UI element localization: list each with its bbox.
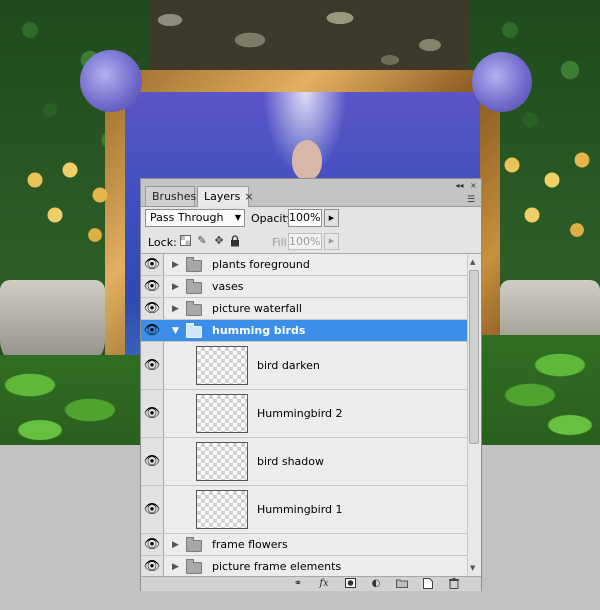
tab-layers-label: Layers xyxy=(204,190,241,203)
layer-name: Hummingbird 1 xyxy=(257,503,343,516)
folder-icon xyxy=(186,323,202,338)
layer-thumbnail xyxy=(196,394,248,433)
blend-mode-select[interactable]: Pass Through ▼ xyxy=(145,209,245,227)
new-group-icon[interactable] xyxy=(395,578,409,590)
adjustment-layer-icon[interactable]: ◐ xyxy=(369,578,383,590)
fill-input[interactable]: 100% xyxy=(288,233,322,250)
folder-icon xyxy=(186,301,202,316)
add-mask-icon[interactable] xyxy=(343,578,357,590)
picture-face xyxy=(292,140,322,180)
layer-group-row-selected[interactable]: 👁 ▼ humming birds xyxy=(141,320,467,342)
collapse-triangle-icon[interactable]: ▼ xyxy=(172,326,180,336)
panel-menu-icon[interactable]: ☰ xyxy=(467,195,479,205)
layer-name: bird shadow xyxy=(257,455,324,468)
hydrangea-left xyxy=(80,50,142,112)
chevron-down-icon: ▼ xyxy=(234,213,241,222)
layer-name: bird darken xyxy=(257,359,320,372)
scroll-up-icon[interactable]: ▲ xyxy=(470,258,475,266)
layer-name: picture frame elements xyxy=(212,560,342,573)
expand-triangle-icon[interactable]: ▶ xyxy=(172,562,180,572)
opacity-slider-button[interactable]: ▶ xyxy=(324,209,339,227)
eye-icon[interactable]: 👁 xyxy=(143,560,161,573)
expand-triangle-icon[interactable]: ▶ xyxy=(172,260,180,270)
eye-icon[interactable]: 👁 xyxy=(143,407,161,420)
scroll-down-icon[interactable]: ▼ xyxy=(470,564,475,572)
eye-icon[interactable]: 👁 xyxy=(143,503,161,516)
eye-icon[interactable]: 👁 xyxy=(143,324,161,337)
blend-mode-value: Pass Through xyxy=(150,211,224,224)
trash-icon[interactable] xyxy=(447,578,461,590)
layer-thumbnail xyxy=(196,490,248,529)
yellow-flowers-right xyxy=(482,140,600,260)
lock-transparent-icon[interactable] xyxy=(179,235,191,247)
stone-wall xyxy=(130,0,490,75)
tab-brushes[interactable]: Brushes xyxy=(145,186,197,206)
folder-icon xyxy=(186,257,202,272)
layers-list: 👁 ▶ plants foreground 👁 ▶ vases 👁 ▶ pict… xyxy=(141,254,481,576)
layers-footer: ⚭ fx ◐ xyxy=(141,576,481,591)
layer-name: vases xyxy=(212,280,244,293)
layer-group-row[interactable]: 👁 ▶ plants foreground xyxy=(141,254,467,276)
lock-fill-row: Lock: ✎ ✥ Fill: 100% ▶ xyxy=(141,231,481,254)
close-panel-icon[interactable]: × xyxy=(468,181,479,190)
lock-label: Lock: xyxy=(148,236,177,249)
lock-all-icon[interactable] xyxy=(229,235,241,247)
hosta-right xyxy=(480,335,600,445)
layer-row[interactable]: 👁 bird darken xyxy=(141,342,467,390)
new-layer-icon[interactable] xyxy=(421,578,435,590)
folder-icon xyxy=(186,279,202,294)
eye-icon[interactable]: 👁 xyxy=(143,538,161,551)
layer-group-row[interactable]: 👁 ▶ frame flowers xyxy=(141,534,467,556)
layer-row[interactable]: 👁 Hummingbird 1 xyxy=(141,486,467,534)
layer-name: humming birds xyxy=(212,324,306,337)
link-layers-icon[interactable]: ⚭ xyxy=(291,578,305,590)
expand-triangle-icon[interactable]: ▶ xyxy=(172,282,180,292)
lock-pixels-icon[interactable]: ✎ xyxy=(196,235,208,247)
hosta-left xyxy=(0,355,145,445)
layer-row[interactable]: 👁 Hummingbird 2 xyxy=(141,390,467,438)
folder-icon xyxy=(186,559,202,574)
fx-icon[interactable]: fx xyxy=(317,578,331,590)
layer-group-row[interactable]: 👁 ▶ picture waterfall xyxy=(141,298,467,320)
opacity-input[interactable]: 100% xyxy=(288,209,322,227)
layer-name: frame flowers xyxy=(212,538,288,551)
layer-name: picture waterfall xyxy=(212,302,302,315)
eye-icon[interactable]: 👁 xyxy=(143,359,161,372)
yellow-flowers-left xyxy=(15,150,125,260)
fill-slider-button[interactable]: ▶ xyxy=(324,233,339,250)
eye-icon[interactable]: 👁 xyxy=(143,258,161,271)
layer-thumbnail xyxy=(196,346,248,385)
expand-triangle-icon[interactable]: ▶ xyxy=(172,304,180,314)
lock-position-icon[interactable]: ✥ xyxy=(213,235,225,247)
tab-close-icon[interactable]: × xyxy=(244,190,253,203)
layer-group-row[interactable]: 👁 ▶ picture frame elements xyxy=(141,556,467,576)
scrollbar-thumb[interactable] xyxy=(469,270,479,444)
layer-name: Hummingbird 2 xyxy=(257,407,343,420)
layer-row[interactable]: 👁 bird shadow xyxy=(141,438,467,486)
layers-panel: Brushes Layers × ◂◂ × ☰ Pass Through ▼ Op… xyxy=(140,178,482,591)
tab-brushes-label: Brushes xyxy=(152,190,197,203)
layer-thumbnail xyxy=(196,442,248,481)
eye-icon[interactable]: 👁 xyxy=(143,302,161,315)
eye-icon[interactable]: 👁 xyxy=(143,280,161,293)
panel-tab-bar: Brushes Layers × ◂◂ × ☰ xyxy=(141,179,481,207)
folder-icon xyxy=(186,537,202,552)
layers-scrollbar[interactable]: ▲ ▼ xyxy=(467,254,481,576)
layer-group-row[interactable]: 👁 ▶ vases xyxy=(141,276,467,298)
collapse-panel-icon[interactable]: ◂◂ xyxy=(454,181,465,190)
layer-name: plants foreground xyxy=(212,258,310,271)
blend-opacity-row: Pass Through ▼ Opacity: 100% ▶ xyxy=(141,207,481,231)
expand-triangle-icon[interactable]: ▶ xyxy=(172,540,180,550)
eye-icon[interactable]: 👁 xyxy=(143,455,161,468)
hydrangea-right xyxy=(472,52,532,112)
tab-layers[interactable]: Layers × xyxy=(197,186,254,207)
